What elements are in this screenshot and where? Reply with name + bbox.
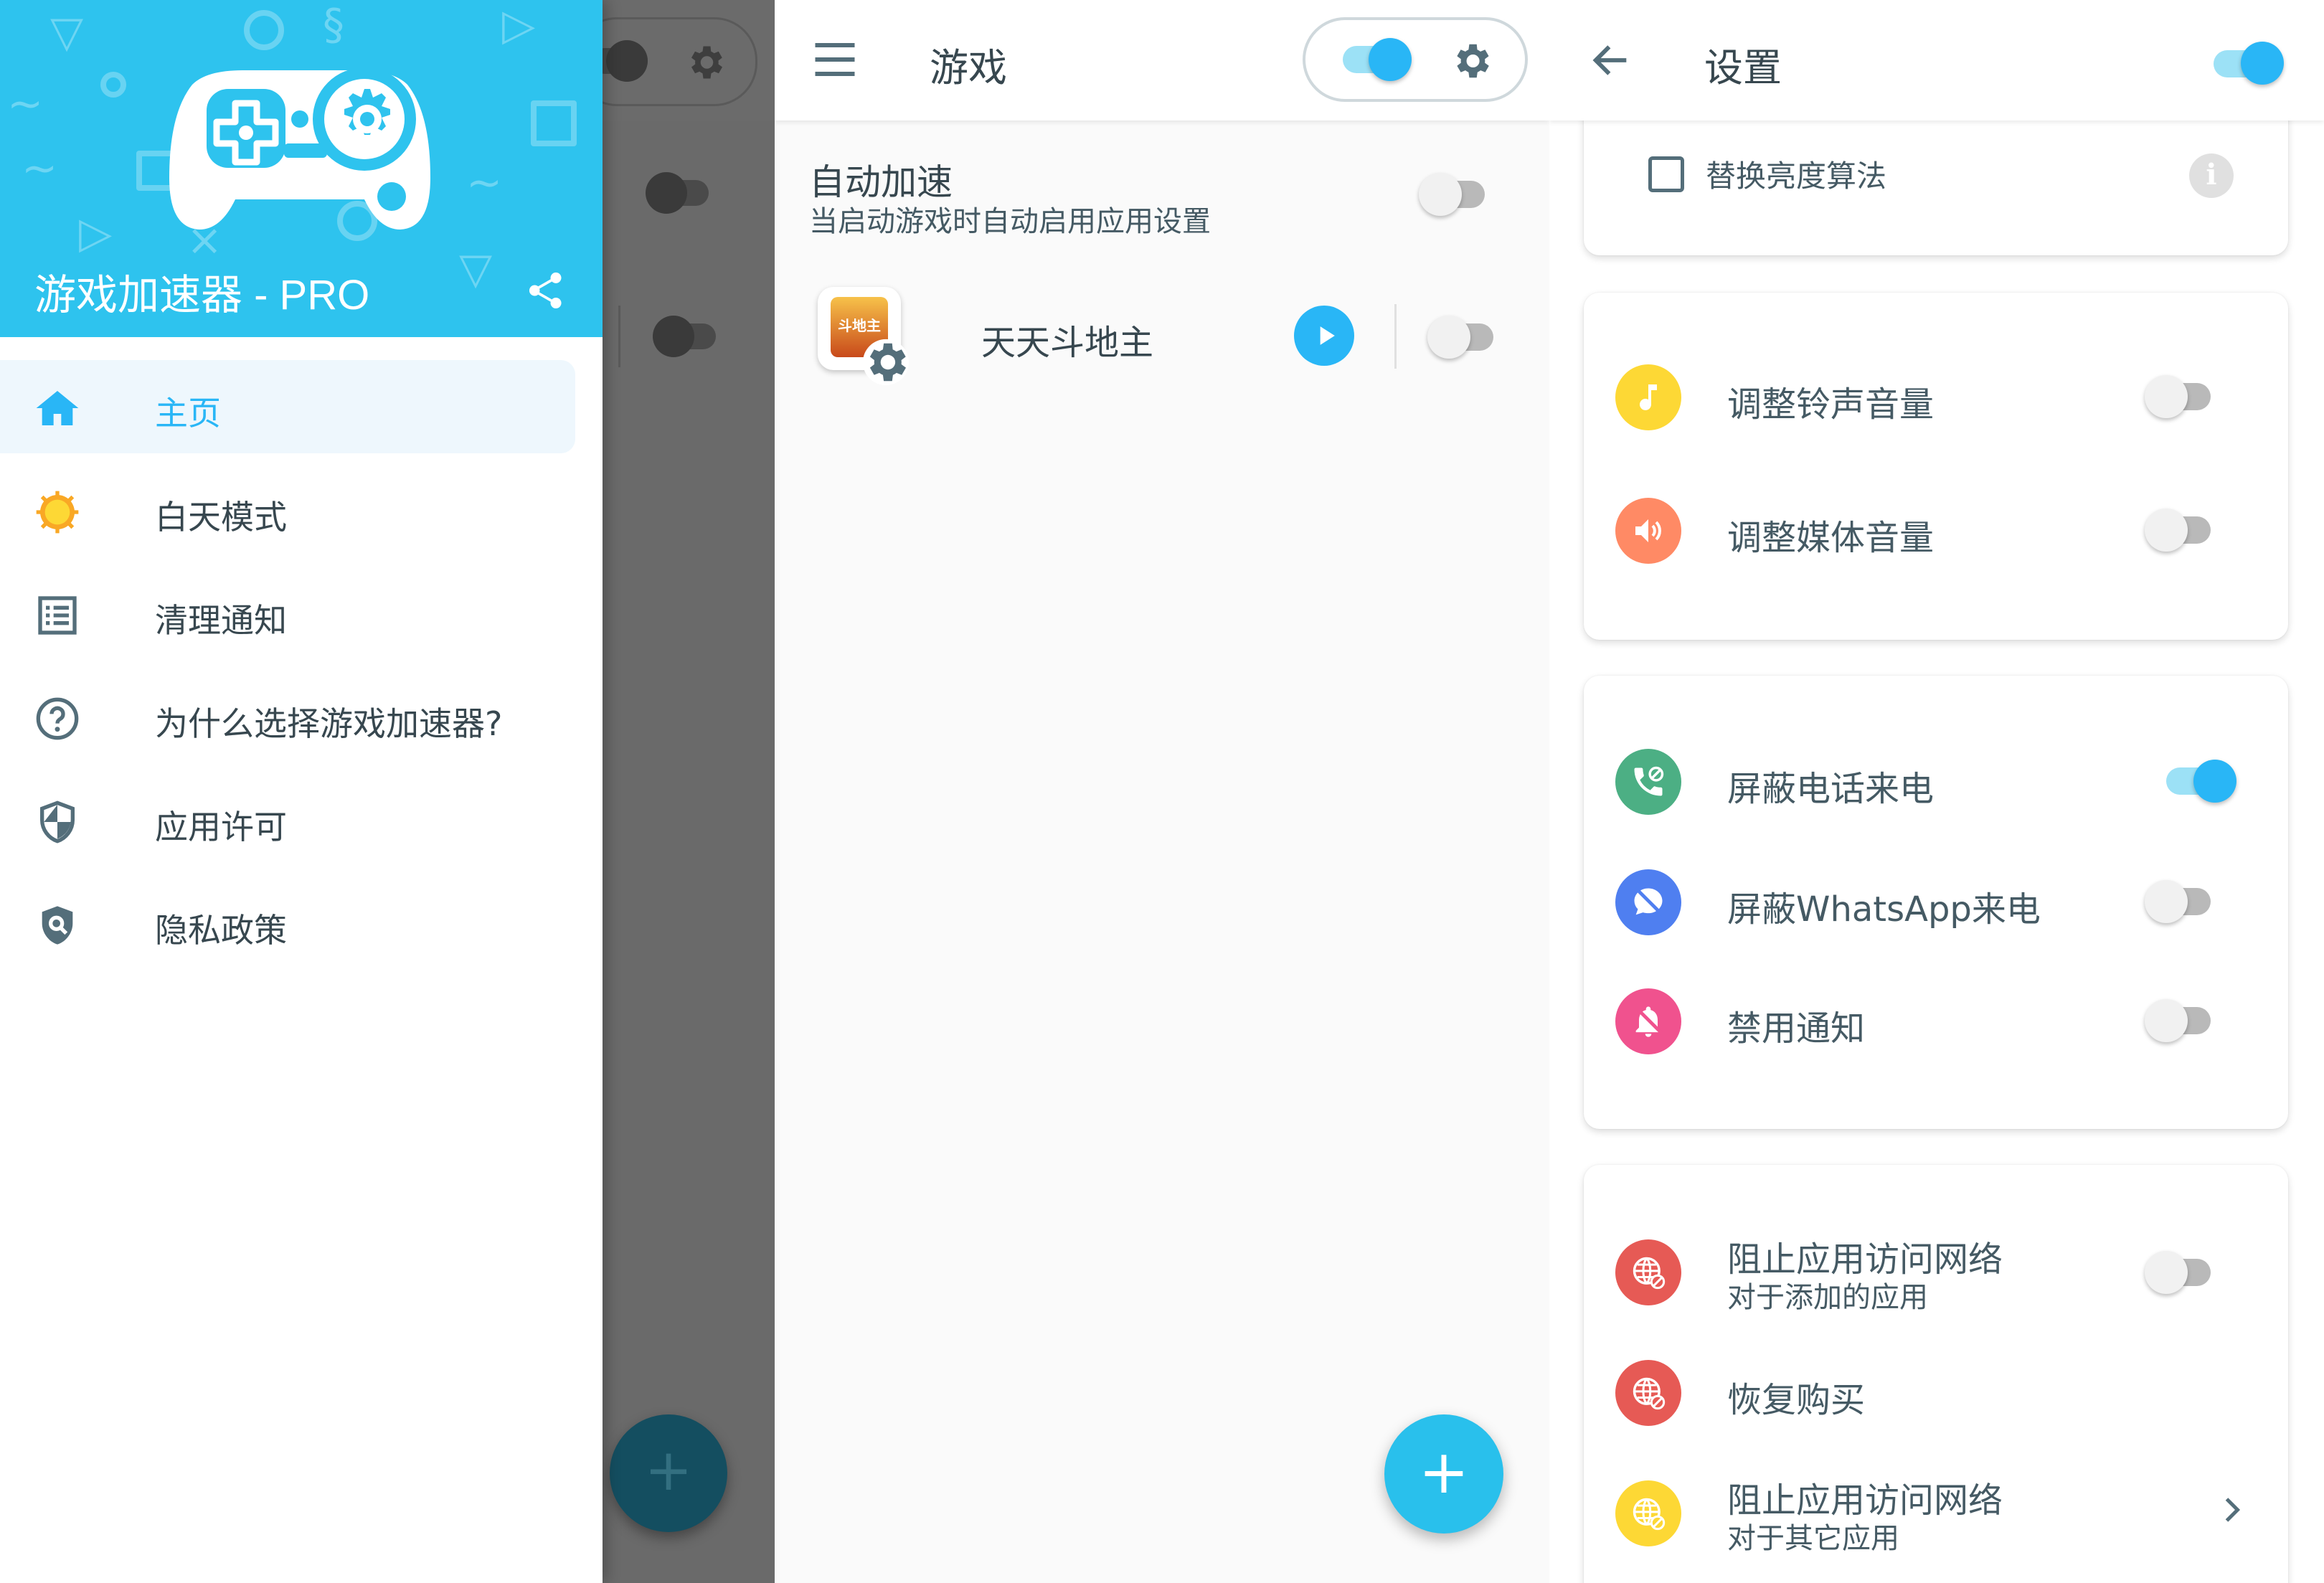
auto-boost-toggle-thumb[interactable] xyxy=(1419,173,1462,216)
calls-card: 屏蔽电话来电 屏蔽WhatsApp来电 禁用通知 xyxy=(1584,676,2288,1129)
disable-notifications-label: 禁用通知 xyxy=(1727,1008,1866,1049)
nav-item-day-mode[interactable]: 白天模式 xyxy=(0,464,575,557)
game-toggle-thumb[interactable] xyxy=(1427,316,1470,359)
decor-wave: ~ xyxy=(7,79,44,129)
game-name: 天天斗地主 xyxy=(981,323,1154,363)
sound-card: 调整铃声音量 调整媒体音量 xyxy=(1584,293,2288,640)
nav-item-privacy-policy[interactable]: 隐私政策 xyxy=(0,877,575,970)
disable-notifications-toggle-thumb[interactable] xyxy=(2145,999,2188,1042)
auto-boost-subtitle: 当启动游戏时自动启用应用设置 xyxy=(809,205,1211,238)
dimmed-toggle-thumb xyxy=(653,316,694,357)
speaker-icon xyxy=(1615,498,1681,564)
media-volume-label: 调整媒体音量 xyxy=(1727,518,1935,558)
shield-icon xyxy=(40,800,75,844)
nav-item-app-license[interactable]: 应用许可 xyxy=(0,774,575,867)
app-title: 游戏加速器 - PRO xyxy=(34,272,370,318)
ring-volume-toggle-thumb[interactable] xyxy=(2145,375,2188,418)
decor-wave: ~ xyxy=(22,143,58,194)
back-arrow-icon[interactable] xyxy=(1588,37,1634,83)
decor-triangle: ▽ xyxy=(50,7,84,57)
nav-item-label: 白天模式 xyxy=(155,498,287,537)
privacy-shield-icon xyxy=(42,906,73,945)
menu-icon[interactable] xyxy=(813,42,856,77)
dimmed-fab: + xyxy=(610,1414,727,1532)
list-icon xyxy=(38,596,77,635)
master-switch-group xyxy=(1303,17,1528,102)
bell-off-icon xyxy=(1615,988,1681,1054)
game-settings-gear-icon[interactable] xyxy=(861,337,911,387)
chat-block-icon xyxy=(1615,869,1681,935)
nav-item-home[interactable]: 主页 xyxy=(0,360,575,453)
dimmed-divider xyxy=(618,306,620,367)
dimmed-toggle-thumb xyxy=(646,172,687,214)
play-icon xyxy=(1320,326,1335,345)
network-card: 阻止应用访问网络 对于添加的应用 恢复购买 阻止应用访问网络 对于其它应用 xyxy=(1584,1165,2288,1583)
block-calls-label: 屏蔽电话来电 xyxy=(1727,769,1935,809)
play-button[interactable] xyxy=(1294,306,1354,366)
globe-block-icon xyxy=(1615,1360,1681,1426)
page-title: 设置 xyxy=(1704,45,1782,90)
replace-brightness-label: 替换亮度算法 xyxy=(1706,159,1887,194)
decor-squiggle: § xyxy=(323,0,344,50)
navigation-drawer: ▽ ▷ ▷ ▽ ~ ~ ~ § × 游戏加速器 - PRO 主页 白天模式 清理… xyxy=(0,0,603,1583)
games-screen: 游戏 自动加速 当启动游戏时自动启用应用设置 斗地主 天天斗地主 + xyxy=(775,0,1549,1583)
media-volume-toggle-thumb[interactable] xyxy=(2145,509,2188,552)
dimmed-switch-thumb xyxy=(606,40,648,82)
drawer-screen: + ▽ ▷ ▷ ▽ ~ ~ ~ § × 游戏加速器 - PRO 主页 白天模式 … xyxy=(0,0,775,1583)
sun-icon xyxy=(36,491,79,534)
nav-item-label: 为什么选择游戏加速器? xyxy=(155,704,503,743)
music-note-icon xyxy=(1615,364,1681,430)
divider xyxy=(1394,304,1397,369)
restore-purchase-label[interactable]: 恢复购买 xyxy=(1727,1371,1865,1422)
decor-dot xyxy=(100,72,126,98)
settings-toolbar: 设置 xyxy=(1549,0,2324,121)
help-icon xyxy=(36,697,79,740)
block-network-other-sublabel: 对于其它应用 xyxy=(1727,1522,1899,1555)
plus-icon: + xyxy=(1418,1437,1470,1507)
info-icon[interactable]: i xyxy=(2189,153,2234,198)
game-icon-text: 斗地主 xyxy=(838,317,881,334)
globe-block-icon xyxy=(1615,1480,1681,1546)
settings-master-toggle-thumb[interactable] xyxy=(2241,42,2284,85)
decor-wave: ~ xyxy=(466,158,503,208)
block-whatsapp-label: 屏蔽WhatsApp来电 xyxy=(1727,889,2041,930)
nav-item-clear-notifications[interactable]: 清理通知 xyxy=(0,567,575,661)
block-calls-toggle-thumb[interactable] xyxy=(2193,760,2236,803)
games-toolbar: 游戏 xyxy=(775,0,1549,121)
page-title: 游戏 xyxy=(930,45,1007,90)
home-icon xyxy=(36,391,79,425)
block-whatsapp-toggle-thumb[interactable] xyxy=(2145,880,2188,923)
nav-item-why-choose[interactable]: 为什么选择游戏加速器? xyxy=(0,671,575,764)
globe-block-icon xyxy=(1615,1239,1681,1305)
master-switch-thumb[interactable] xyxy=(1369,38,1412,81)
decor-circle xyxy=(244,10,284,50)
settings-screen: 设置 替换亮度算法 i 调整铃声音量 调整媒体音量 屏蔽电话来电 屏蔽Whats… xyxy=(1549,0,2324,1583)
ring-volume-label: 调整铃声音量 xyxy=(1727,384,1935,425)
share-icon[interactable] xyxy=(524,269,567,312)
chevron-right-icon[interactable] xyxy=(2218,1492,2247,1528)
phone-block-icon xyxy=(1615,749,1681,815)
replace-brightness-checkbox[interactable] xyxy=(1648,156,1684,192)
gamepad-logo-icon xyxy=(169,67,430,230)
gear-icon[interactable] xyxy=(1449,39,1493,83)
decor-square xyxy=(531,100,577,146)
dimmed-plus-icon: + xyxy=(644,1437,693,1503)
decor-triangle: ▽ xyxy=(459,244,493,294)
decor-triangle: ▷ xyxy=(79,208,113,258)
nav-item-label: 隐私政策 xyxy=(155,911,287,950)
decor-triangle: ▷ xyxy=(502,0,536,50)
nav-item-label: 清理通知 xyxy=(155,601,287,640)
nav-item-label: 主页 xyxy=(155,394,221,433)
add-game-fab[interactable]: + xyxy=(1384,1414,1503,1534)
dimmed-gear-icon xyxy=(691,46,722,79)
block-network-added-sublabel: 对于添加的应用 xyxy=(1727,1281,1928,1314)
drawer-header: ▽ ▷ ▷ ▽ ~ ~ ~ § × 游戏加速器 - PRO xyxy=(0,0,603,337)
nav-item-label: 应用许可 xyxy=(155,808,287,846)
block-network-toggle-thumb[interactable] xyxy=(2145,1251,2188,1294)
